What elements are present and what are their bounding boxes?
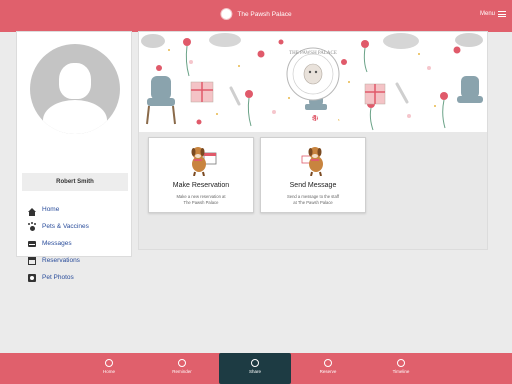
tab-label: Home	[102, 369, 115, 374]
bottom-tab-bar: Home Reminder Share Reserve Timeline	[0, 353, 512, 384]
home-icon	[105, 359, 113, 367]
mail-icon	[28, 240, 36, 247]
profile-sidebar: Robert Smith Home Pets & Vaccines Messag…	[16, 31, 132, 282]
brand[interactable]: The Pawsh Palace	[220, 8, 292, 20]
app-header: The Pawsh Palace Menu	[0, 0, 512, 32]
brand-logo-icon	[220, 8, 233, 20]
tab-home[interactable]: Home	[73, 353, 145, 384]
tab-label: Timeline	[392, 369, 410, 374]
menu-label: Menu	[479, 11, 495, 17]
dog-letter-icon	[301, 147, 323, 176]
card-title: Make Reservation	[172, 182, 230, 189]
tab-timeline[interactable]: Timeline	[365, 353, 437, 384]
card-description-line: The Pawsh Palace	[183, 199, 219, 205]
plus-icon	[324, 359, 332, 367]
sidebar-nav: Home Pets & Vaccines Messages Reservatio…	[28, 201, 89, 286]
hamburger-icon	[498, 11, 506, 17]
tab-reserve[interactable]: Reserve	[292, 353, 364, 384]
tab-label: Share	[248, 369, 261, 374]
svg-text:THE PAWSH PALACE: THE PAWSH PALACE	[289, 51, 337, 56]
make-reservation-card[interactable]: Make Reservation Make a new reservation …	[148, 137, 254, 213]
sidebar-item-label: Messages	[42, 240, 72, 247]
banner-title: The Pawsh Palace	[275, 113, 351, 123]
sidebar-item-photos[interactable]: Pet Photos	[28, 269, 89, 286]
share-icon	[251, 359, 259, 367]
sidebar-item-home[interactable]: Home	[28, 201, 89, 218]
paw-icon	[28, 222, 36, 231]
menu-button[interactable]: Menu	[480, 11, 506, 17]
card-description-line: at The Pawsh Palace	[293, 199, 333, 205]
calendar-icon	[28, 256, 36, 265]
sidebar-item-label: Reservations	[42, 257, 80, 264]
home-icon	[28, 207, 36, 216]
sidebar-item-label: Pet Photos	[42, 274, 74, 281]
tab-label: Reserve	[319, 369, 337, 374]
tab-share[interactable]: Share	[219, 353, 291, 384]
send-message-card[interactable]: Send Message Send a message to the staff…	[260, 137, 366, 213]
card-description: Make a new reservation at The Pawsh Pala…	[157, 194, 245, 206]
sidebar-item-label: Pets & Vaccines	[42, 223, 89, 230]
sidebar-item-pets[interactable]: Pets & Vaccines	[28, 218, 89, 235]
avatar-body-icon	[43, 100, 107, 134]
card-description: Send a message to the staff at The Pawsh…	[269, 194, 357, 206]
card-title: Send Message	[289, 182, 337, 189]
reminder-icon	[178, 359, 186, 367]
profile-name: Robert Smith	[22, 173, 128, 191]
tab-label: Reminder	[172, 369, 192, 374]
app-title: The Pawsh Palace	[237, 10, 292, 18]
dog-calendar-icon	[191, 147, 217, 176]
sidebar-item-label: Home	[42, 206, 60, 213]
timeline-icon	[397, 359, 405, 367]
avatar[interactable]	[30, 44, 120, 134]
banner: THE PAWSH PALACE The Pawsh Palace	[139, 32, 487, 132]
photo-icon	[28, 273, 36, 282]
tab-reminder[interactable]: Reminder	[146, 353, 218, 384]
main-panel: THE PAWSH PALACE The Pawsh Palace Make R…	[138, 31, 488, 250]
sidebar-item-reservations[interactable]: Reservations	[28, 252, 89, 269]
sidebar-item-messages[interactable]: Messages	[28, 235, 89, 252]
avatar-head-icon	[59, 63, 91, 99]
